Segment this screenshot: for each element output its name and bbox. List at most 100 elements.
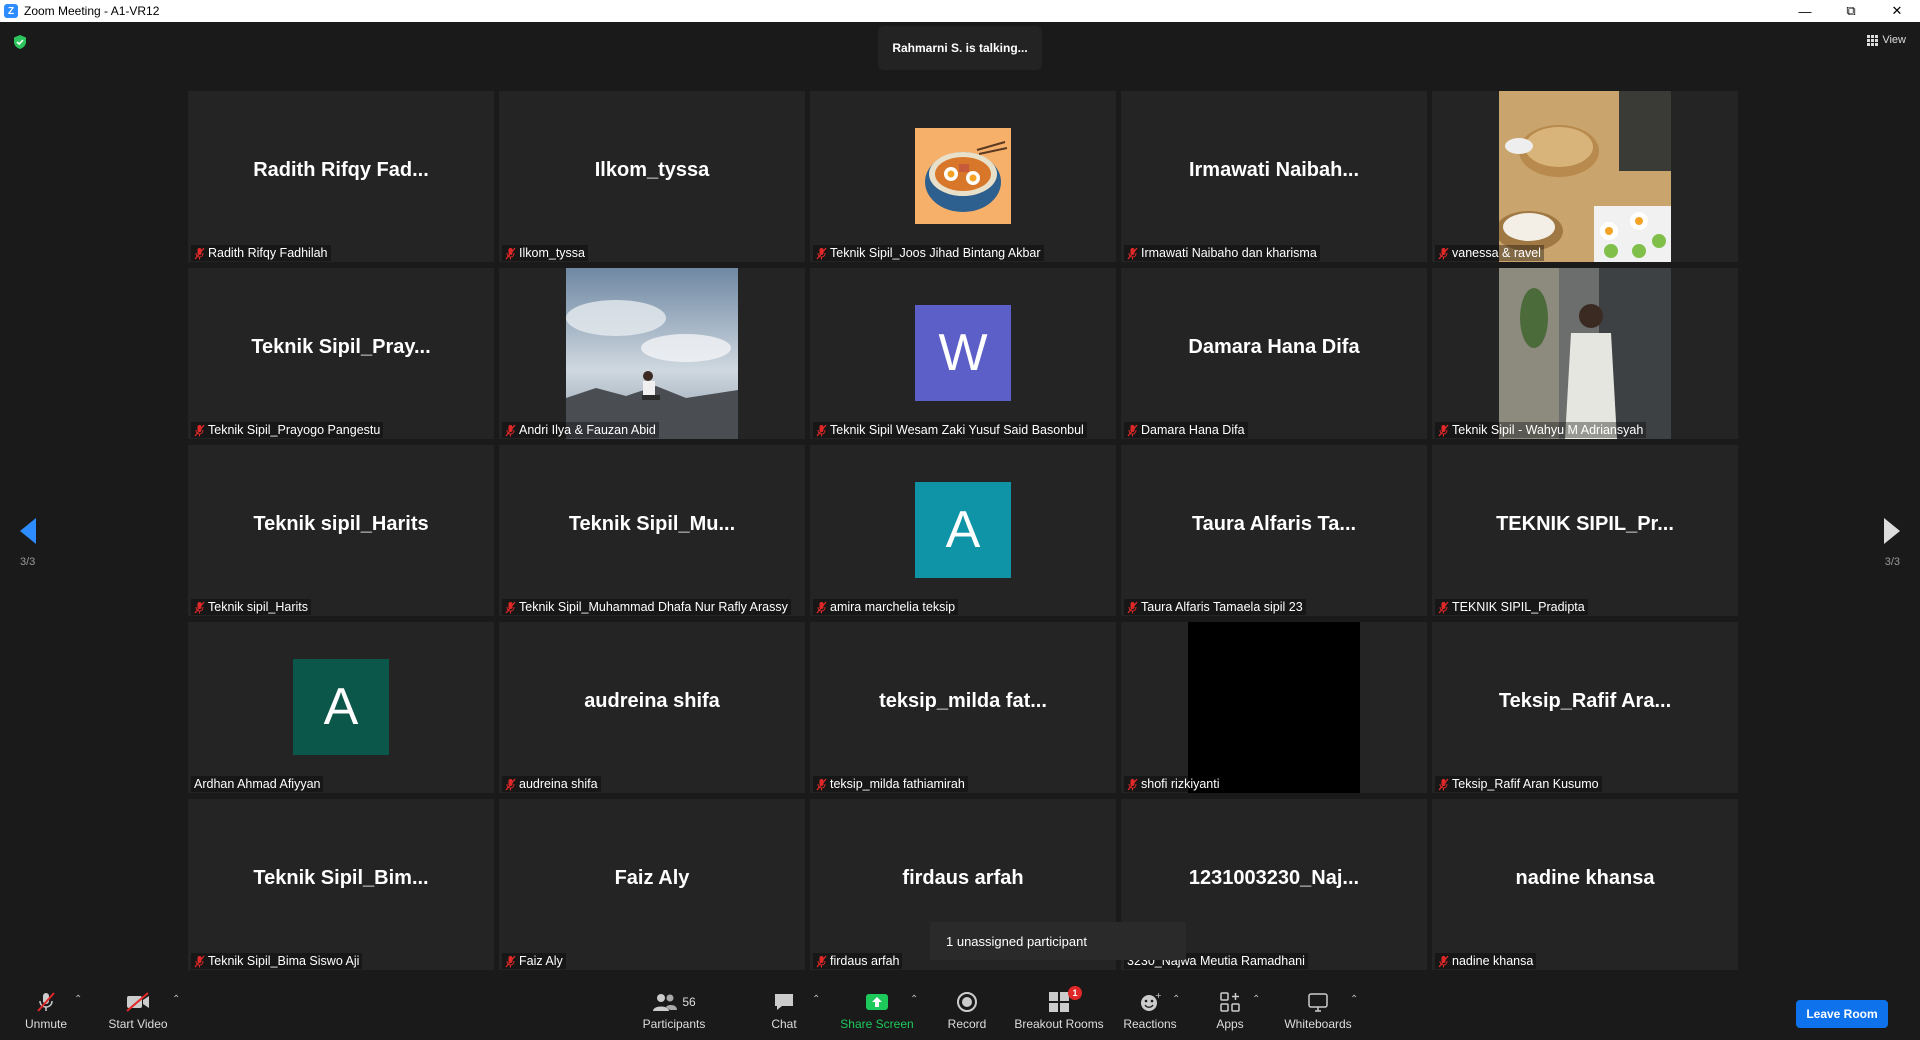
participant-display-name: nadine khansa <box>1515 867 1655 889</box>
participant-name-label: teksip_milda fathiamirah <box>813 776 968 792</box>
participant-display-name: Teknik Sipil_Mu... <box>568 513 736 535</box>
participant-display-name: Teknik Sipil_Bim... <box>253 867 429 889</box>
previous-page-arrow-icon[interactable] <box>18 516 38 546</box>
view-label: View <box>1882 34 1906 46</box>
mic-muted-icon <box>1438 247 1449 259</box>
apps-button[interactable]: Apps <box>1210 970 1250 1040</box>
participant-tile[interactable]: Damara Hana Difa Damara Hana Difa <box>1121 268 1427 439</box>
chat-label: Chat <box>771 1017 797 1031</box>
shield-icon[interactable] <box>12 34 28 50</box>
mic-muted-icon <box>505 778 516 790</box>
participant-tile[interactable]: Teknik Sipil_Pray... Teknik Sipil_Prayogo… <box>188 268 494 439</box>
participant-name: Faiz Aly <box>519 954 563 968</box>
participant-display-name: Teknik sipil_Harits <box>253 513 429 535</box>
leave-room-button[interactable]: Leave Room <box>1796 1000 1888 1028</box>
participant-name-label: Ilkom_tyssa <box>502 245 588 261</box>
mic-muted-icon <box>194 247 205 259</box>
chat-icon <box>775 994 793 1010</box>
participant-name: Damara Hana Difa <box>1141 423 1245 437</box>
close-button[interactable]: ✕ <box>1874 0 1920 22</box>
participant-display-name: TEKNIK SIPIL_Pr... <box>1496 513 1674 535</box>
zoom-icon: Z <box>4 4 18 18</box>
mic-muted-icon <box>1438 955 1449 967</box>
view-button[interactable]: View <box>1867 34 1906 46</box>
audio-options-caret-icon[interactable]: ⌃ <box>74 994 82 1005</box>
participant-tile[interactable]: A Ardhan Ahmad Afiyyan <box>188 622 494 793</box>
reactions-button[interactable]: + Reactions <box>1122 970 1178 1040</box>
chat-button[interactable]: Chat <box>766 970 802 1040</box>
record-icon <box>957 992 977 1012</box>
record-label: Record <box>947 1017 987 1031</box>
mic-muted-icon <box>816 601 827 613</box>
record-button[interactable]: Record <box>944 970 990 1040</box>
participant-tile[interactable]: teksip_milda fat... teksip_milda fathiami… <box>810 622 1116 793</box>
unmute-button[interactable]: Unmute <box>22 970 70 1040</box>
unmute-label: Unmute <box>24 1017 68 1031</box>
participant-tile[interactable]: Radith Rifqy Fad... Radith Rifqy Fadhilah <box>188 91 494 262</box>
breakout-rooms-label: Breakout Rooms <box>1014 1017 1104 1031</box>
participant-display-name: Teksip_Rafif Ara... <box>1498 690 1672 712</box>
mic-muted-icon <box>194 955 205 967</box>
chat-options-caret-icon[interactable]: ⌃ <box>812 994 820 1005</box>
participants-count: 56 <box>682 995 696 1009</box>
participant-tile[interactable]: audreina shifa audreina shifa <box>499 622 805 793</box>
participant-display-name: Irmawati Naibah... <box>1188 159 1360 181</box>
whiteboard-icon <box>1308 993 1328 1012</box>
participant-tile[interactable]: W Teknik Sipil Wesam Zaki Yusuf Said Baso… <box>810 268 1116 439</box>
participant-tile[interactable]: shofi rizkiyanti <box>1121 622 1427 793</box>
participant-name-label: Teksip_Rafif Aran Kusumo <box>1435 776 1602 792</box>
participant-name: teksip_milda fathiamirah <box>830 777 965 791</box>
participant-name: firdaus arfah <box>830 954 900 968</box>
reactions-options-caret-icon[interactable]: ⌃ <box>1172 994 1180 1005</box>
participant-tile[interactable]: Teknik Sipil_Bim... Teknik Sipil_Bima Sis… <box>188 799 494 970</box>
restore-button[interactable]: ⧉ <box>1828 0 1874 22</box>
mic-muted-icon <box>194 424 205 436</box>
participant-tile[interactable]: Irmawati Naibah... Irmawati Naibaho dan k… <box>1121 91 1427 262</box>
share-screen-icon <box>866 994 888 1010</box>
breakout-rooms-button[interactable]: 1 Breakout Rooms <box>1014 970 1104 1040</box>
participant-tile[interactable]: Teknik Sipil_Joos Jihad Bintang Akbar <box>810 91 1116 262</box>
whiteboards-button[interactable]: Whiteboards <box>1282 970 1354 1040</box>
participant-name-label: Faiz Aly <box>502 953 566 969</box>
participant-tile[interactable]: Aamira marchelia teksip <box>810 445 1116 616</box>
participant-tile[interactable]: Andri Ilya & Fauzan Abid <box>499 268 805 439</box>
participant-name: shofi rizkiyanti <box>1141 777 1220 791</box>
participants-button[interactable]: 56 Participants <box>640 970 708 1040</box>
mic-muted-icon <box>1127 601 1138 613</box>
share-screen-button[interactable]: Share Screen <box>838 970 916 1040</box>
participant-tile[interactable]: Ilkom_tyssa Ilkom_tyssa <box>499 91 805 262</box>
participant-name-label: Andri Ilya & Fauzan Abid <box>502 422 659 438</box>
start-video-button[interactable]: Start Video <box>106 970 170 1040</box>
mic-muted-icon <box>194 601 205 613</box>
minimize-button[interactable]: — <box>1782 0 1828 22</box>
reactions-label: Reactions <box>1123 1017 1177 1031</box>
participant-tile[interactable]: Teksip_Rafif Ara... Teksip_Rafif Aran Kus… <box>1432 622 1738 793</box>
participant-name: Ardhan Ahmad Afiyyan <box>194 777 321 791</box>
mic-muted-icon <box>1438 778 1449 790</box>
participant-display-name: audreina shifa <box>584 690 720 712</box>
participant-name: Teknik Sipil Wesam Zaki Yusuf Said Bason… <box>830 423 1084 437</box>
mic-muted-icon <box>816 424 827 436</box>
participant-tile[interactable]: vanessa & ravel <box>1432 91 1738 262</box>
whiteboards-options-caret-icon[interactable]: ⌃ <box>1350 994 1358 1005</box>
participant-name-label: Teknik Sipil_Joos Jihad Bintang Akbar <box>813 245 1044 261</box>
participant-name-label: vanessa & ravel <box>1435 245 1544 261</box>
share-screen-label: Share Screen <box>840 1017 914 1031</box>
participant-tile[interactable]: Faiz Aly Faiz Aly <box>499 799 805 970</box>
participant-tile[interactable]: Taura Alfaris Ta... Taura Alfaris Tamaela… <box>1121 445 1427 616</box>
participant-tile[interactable]: TEKNIK SIPIL_Pr... TEKNIK SIPIL_Pradipta <box>1432 445 1738 616</box>
share-options-caret-icon[interactable]: ⌃ <box>910 994 918 1005</box>
participant-tile[interactable]: Teknik sipil_Harits Teknik sipil_Harits <box>188 445 494 616</box>
meeting-toolbar: Unmute ⌃ Start Video ⌃ 56 Participants C… <box>0 970 1920 1040</box>
participant-name-label: audreina shifa <box>502 776 601 792</box>
mic-muted-icon <box>816 247 827 259</box>
participant-tile[interactable]: Teknik Sipil_Mu... Teknik Sipil_Muhammad … <box>499 445 805 616</box>
participant-name-label: Teknik sipil_Harits <box>191 599 312 615</box>
participant-tile[interactable]: Teknik Sipil - Wahyu M Adriansyah <box>1432 268 1738 439</box>
participant-tile[interactable]: nadine khansa nadine khansa <box>1432 799 1738 970</box>
video-options-caret-icon[interactable]: ⌃ <box>172 994 180 1005</box>
apps-options-caret-icon[interactable]: ⌃ <box>1252 994 1260 1005</box>
participant-name-label: Taura Alfaris Tamaela sipil 23 <box>1124 599 1306 615</box>
next-page-arrow-icon[interactable] <box>1882 516 1902 546</box>
mic-muted-icon <box>1438 424 1449 436</box>
